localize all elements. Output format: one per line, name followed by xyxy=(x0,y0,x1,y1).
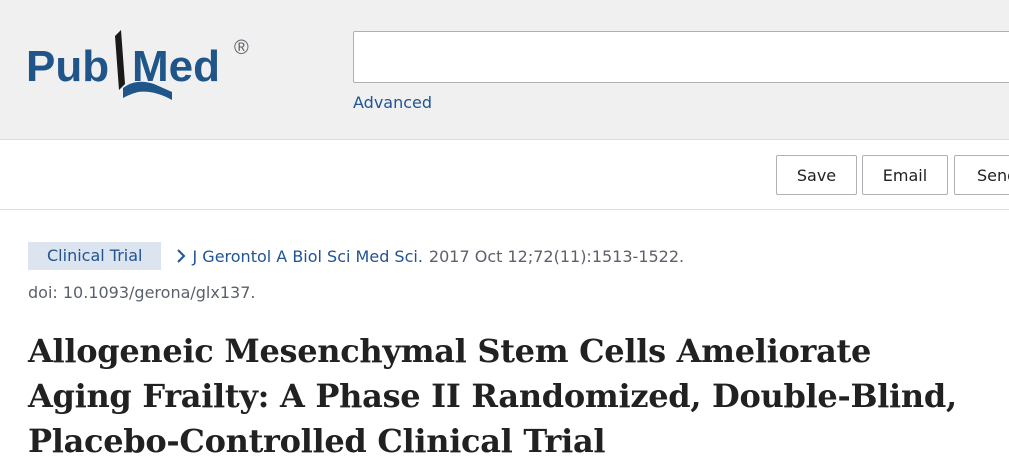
article-title: Allogeneic Mesenchymal Stem Cells Amelio… xyxy=(28,332,957,460)
pubmed-logo[interactable]: Pub Med ® xyxy=(26,22,266,104)
journal-link[interactable]: J Gerontol A Biol Sci Med Sci. xyxy=(192,247,422,266)
article-actions-bar: Save Email Send to xyxy=(0,140,1009,210)
search-input[interactable] xyxy=(353,31,1009,83)
send-to-button[interactable]: Send to xyxy=(954,155,1009,195)
advanced-search-link[interactable]: Advanced xyxy=(353,93,432,112)
email-button[interactable]: Email xyxy=(862,155,948,195)
logo-text-med: Med xyxy=(132,42,220,91)
registered-mark: ® xyxy=(234,37,249,59)
doi-text: doi: 10.1093/gerona/glx137. xyxy=(28,283,256,302)
site-header: Pub Med ® Advanced xyxy=(0,0,1009,140)
chevron-right-icon xyxy=(177,249,186,263)
save-button[interactable]: Save xyxy=(776,155,857,195)
logo-text-pub: Pub xyxy=(26,42,109,91)
publication-type-badge: Clinical Trial xyxy=(28,242,162,270)
citation-details: 2017 Oct 12;72(11):1513-1522. xyxy=(428,246,685,266)
article-citation: Clinical Trial J Gerontol A Biol Sci Med… xyxy=(28,242,684,270)
